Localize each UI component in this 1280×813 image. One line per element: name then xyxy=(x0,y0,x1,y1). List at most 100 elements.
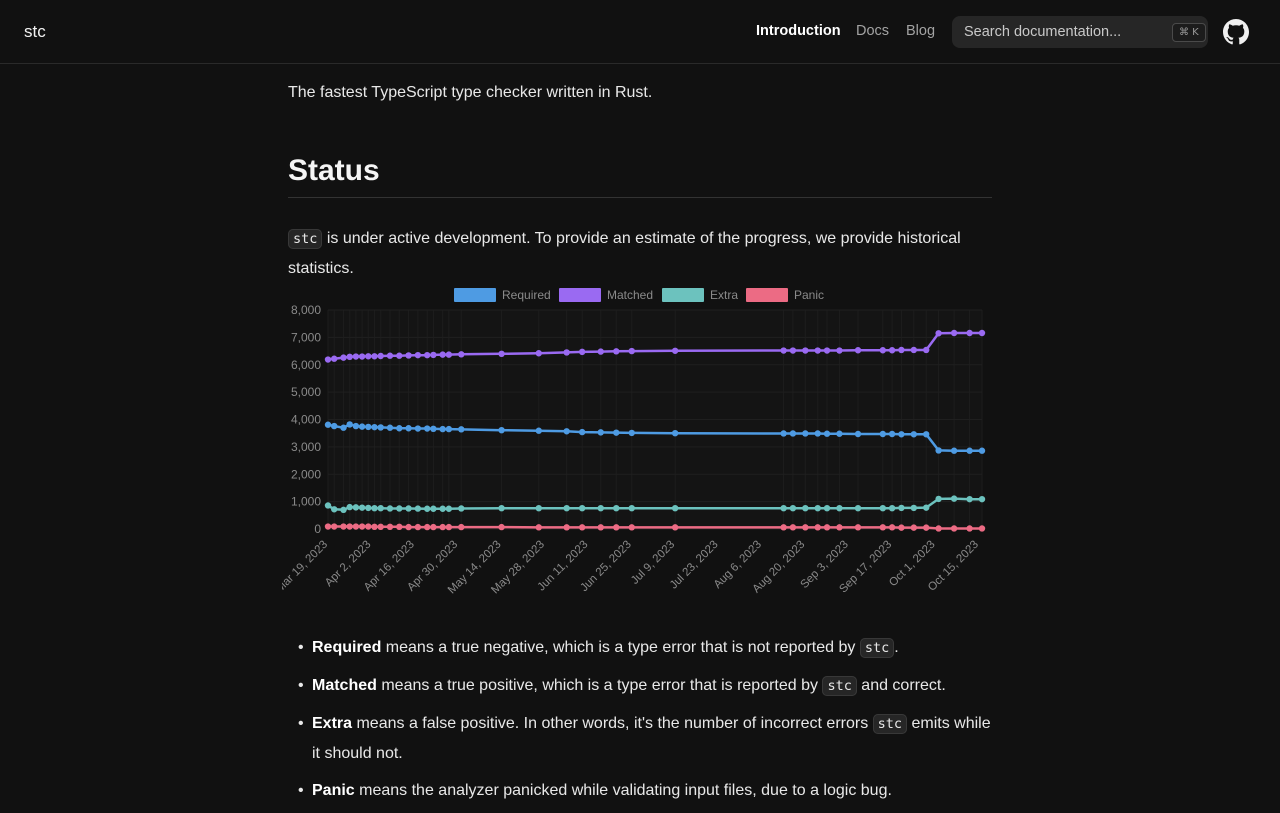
data-point-matched xyxy=(628,347,635,355)
data-point-panic xyxy=(498,523,505,531)
data-point-required xyxy=(836,430,843,437)
data-point-extra xyxy=(935,495,942,503)
data-point-extra xyxy=(814,504,821,512)
data-point-extra xyxy=(439,505,446,512)
data-point-panic xyxy=(836,524,843,531)
data-point-matched xyxy=(802,347,809,354)
data-point-panic xyxy=(377,523,384,531)
data-point-matched xyxy=(966,329,973,337)
legend-label-panic: Panic xyxy=(794,288,824,302)
data-point-required xyxy=(396,425,403,432)
data-point-required xyxy=(823,430,831,437)
data-point-panic xyxy=(628,524,635,531)
data-point-matched xyxy=(910,346,918,354)
y-tick-label: 1,000 xyxy=(291,495,321,509)
data-point-matched xyxy=(879,347,887,354)
data-point-required xyxy=(910,431,918,438)
data-point-panic xyxy=(879,524,887,531)
legend-swatch-extra xyxy=(662,288,704,302)
data-point-extra xyxy=(340,506,347,514)
y-tick-label: 2,000 xyxy=(291,467,321,481)
list-item: Panic means the analyzer panicked while … xyxy=(298,776,1002,805)
data-point-matched xyxy=(613,348,620,355)
data-point-matched xyxy=(597,348,604,355)
data-point-panic xyxy=(888,524,896,531)
top-navbar: stc Introduction Docs Blog ⌘ K xyxy=(0,0,1280,64)
definition-text: means a true negative, which is a type e… xyxy=(381,639,860,656)
data-point-extra xyxy=(405,505,412,512)
data-point-matched xyxy=(330,355,338,362)
data-point-extra xyxy=(879,504,887,512)
y-tick-label: 8,000 xyxy=(291,303,321,317)
data-point-panic xyxy=(405,523,412,531)
y-tick-label: 3,000 xyxy=(291,440,321,454)
list-item: Required means a true negative, which is… xyxy=(298,633,1002,663)
data-point-panic xyxy=(430,523,437,531)
legend-label-matched: Matched xyxy=(607,288,653,302)
data-point-matched xyxy=(423,351,431,359)
data-point-matched xyxy=(814,347,821,354)
data-point-panic xyxy=(780,524,787,531)
data-point-required xyxy=(365,423,372,431)
data-point-required xyxy=(898,431,905,438)
data-point-required xyxy=(671,429,679,437)
brand-logo-link[interactable]: stc xyxy=(24,22,46,42)
data-point-panic xyxy=(802,524,809,531)
heading-divider xyxy=(288,197,992,198)
data-point-required xyxy=(405,425,412,432)
nav-link-blog[interactable]: Blog xyxy=(906,23,935,39)
data-point-matched xyxy=(836,347,843,354)
definition-text: means a true positive, which is a type e… xyxy=(376,677,823,694)
data-point-panic xyxy=(935,525,942,532)
data-point-extra xyxy=(352,504,360,511)
nav-link-docs[interactable]: Docs xyxy=(856,23,889,39)
data-point-panic xyxy=(445,523,453,531)
inline-code: stc xyxy=(872,714,908,734)
data-point-extra xyxy=(966,495,973,503)
data-point-required xyxy=(789,430,797,437)
status-paragraph: stc is under active development. To prov… xyxy=(288,224,992,283)
data-point-required xyxy=(802,430,809,437)
data-point-required xyxy=(854,430,862,438)
data-point-extra xyxy=(898,504,905,512)
data-point-matched xyxy=(352,353,360,360)
data-point-extra xyxy=(823,504,831,512)
data-point-required xyxy=(358,423,366,430)
data-point-matched xyxy=(854,347,862,354)
data-point-matched xyxy=(898,346,905,354)
status-paragraph-text: is under active development. To provide … xyxy=(288,230,961,277)
data-point-extra xyxy=(628,504,635,512)
search-shortcut-badge: ⌘ K xyxy=(1172,23,1206,42)
data-point-extra xyxy=(780,504,787,512)
data-point-required xyxy=(628,429,635,437)
definition-text-end: and correct. xyxy=(856,677,946,694)
data-point-extra xyxy=(430,505,437,512)
data-point-required xyxy=(923,431,930,438)
data-point-panic xyxy=(898,524,905,531)
data-point-matched xyxy=(386,352,394,359)
nav-link-introduction[interactable]: Introduction xyxy=(756,23,841,39)
definition-text: means the analyzer panicked while valida… xyxy=(354,782,892,799)
data-point-matched xyxy=(978,329,986,337)
search-box[interactable] xyxy=(952,16,1208,48)
data-point-matched xyxy=(414,351,422,359)
data-point-required xyxy=(978,447,986,454)
data-point-required xyxy=(498,426,505,434)
data-point-matched xyxy=(371,353,378,360)
legend-label-extra: Extra xyxy=(710,288,738,302)
data-point-extra xyxy=(978,495,986,503)
data-point-extra xyxy=(396,505,403,512)
data-point-matched xyxy=(340,354,347,361)
term-extra: Extra xyxy=(312,715,353,732)
data-point-matched xyxy=(789,347,797,354)
data-point-required xyxy=(535,427,542,434)
data-point-required xyxy=(966,447,973,454)
data-point-required xyxy=(371,423,378,431)
data-point-extra xyxy=(330,506,338,513)
github-icon[interactable] xyxy=(1223,19,1249,45)
data-point-extra xyxy=(888,504,896,512)
term-panic: Panic xyxy=(312,782,355,799)
data-point-panic xyxy=(910,524,918,531)
search-input[interactable] xyxy=(952,16,1208,48)
data-point-extra xyxy=(910,504,918,512)
